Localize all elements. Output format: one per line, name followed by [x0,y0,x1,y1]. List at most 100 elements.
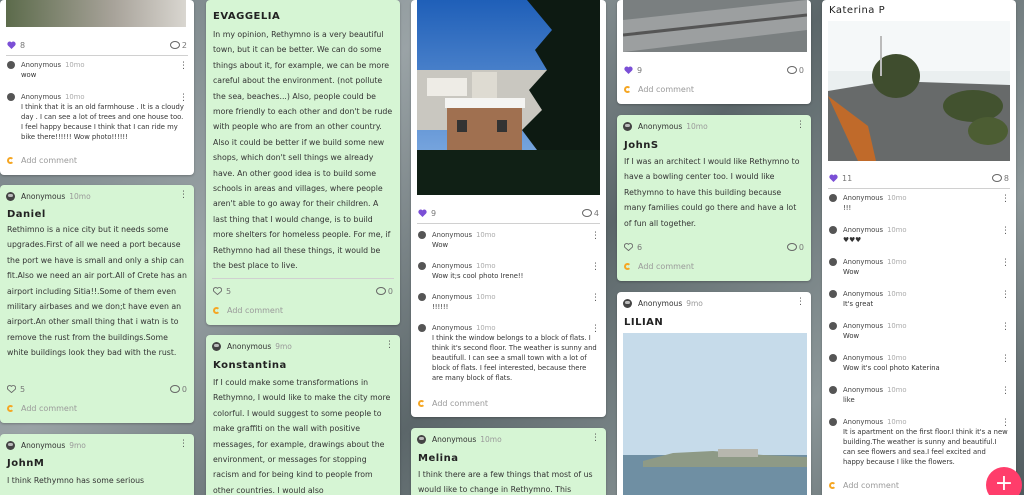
avatar [829,258,837,266]
post-header: Anonymous 10mo [617,117,811,135]
post-header: Anonymous 9mo [0,436,194,454]
reactions-bar: 11 8 [822,170,1016,186]
post-image[interactable] [623,333,807,495]
avatar [829,354,837,362]
more-icon[interactable]: ⋮ [1001,323,1010,332]
heart-icon[interactable] [7,41,16,49]
post-image[interactable] [828,21,1010,161]
heart-outline-icon[interactable] [7,385,16,393]
reactions-bar: 5 0 [206,283,400,299]
more-icon[interactable]: ⋮ [179,440,188,449]
reactions-bar: 6 0 [617,239,811,255]
more-icon[interactable]: ⋮ [385,341,394,350]
loading-icon [624,85,631,93]
add-comment-button[interactable]: Add comment [617,82,811,96]
post-title: Daniel [7,209,46,220]
more-icon[interactable]: ⋮ [179,191,188,200]
post-title: Konstantina [213,360,287,371]
avatar [829,386,837,394]
post-card-johnm: Anonymous 9mo ⋮ JohnM I think Rethymno ha… [0,434,194,495]
comment-count: 0 [798,65,804,75]
more-icon[interactable]: ⋮ [179,62,188,71]
more-icon[interactable]: ⋮ [1001,259,1010,268]
heart-outline-icon[interactable] [624,243,633,251]
more-icon[interactable]: ⋮ [591,294,600,303]
post-card-johns: Anonymous 10mo ⋮ JohnS If I was an archit… [617,115,811,281]
avatar [829,322,837,330]
comment: Anonymous 10mo I think that it is an old … [0,92,194,142]
like-count: 11 [842,173,853,183]
comment: Anonymous 10mo Wow ⋮ [822,321,1016,341]
more-icon[interactable]: ⋮ [1001,419,1010,428]
post-body: If I was an architect I would like Rethy… [624,157,800,228]
heart-icon[interactable] [624,66,633,74]
comment: Anonymous 10mo I think the window belongs… [411,323,606,383]
comment-icon[interactable] [169,385,180,393]
heart-outline-icon[interactable] [213,287,222,295]
comment: Anonymous 10mo Wow ⋮ [411,230,606,250]
post-header: Anonymous 9mo [617,294,811,312]
post-body: If I could make some transformations in … [213,378,391,495]
comment-icon[interactable] [786,243,797,251]
comment-icon[interactable] [991,174,1002,182]
more-icon[interactable]: ⋮ [796,121,805,130]
loading-icon [829,481,836,489]
more-icon[interactable]: ⋮ [591,434,600,443]
like-count: 9 [431,208,437,218]
add-post-button[interactable]: + [986,467,1022,495]
avatar [418,324,426,332]
like-count: 5 [226,286,232,296]
more-icon[interactable]: ⋮ [591,232,600,241]
comment-icon[interactable] [786,66,797,74]
add-comment-button[interactable]: Add comment [617,259,811,273]
comment-count: 0 [798,242,804,252]
comment-icon[interactable] [169,41,180,49]
add-comment-button[interactable]: Add comment [206,303,400,317]
avatar [7,93,15,101]
comment-count: 0 [181,384,187,394]
more-icon[interactable]: ⋮ [1001,227,1010,236]
add-comment-button[interactable]: Add comment [0,401,194,415]
post-title: LILIAN [624,317,664,328]
heart-icon[interactable] [829,174,838,182]
comment-count: 4 [593,208,599,218]
avatar [417,434,426,444]
divider [417,223,600,224]
comment: Anonymous 10mo Wow it's cool photo Kateri… [822,353,1016,373]
post-image[interactable] [6,0,186,27]
reactions-bar: 9 0 [617,62,811,78]
more-icon[interactable]: ⋮ [179,94,188,103]
heart-icon[interactable] [418,209,427,217]
comment: Anonymous 10mo wow ⋮ [0,60,194,80]
avatar [829,194,837,202]
add-comment-button[interactable]: Add comment [411,396,606,410]
more-icon[interactable]: ⋮ [1001,291,1010,300]
comment-icon[interactable] [581,209,592,217]
more-icon[interactable]: ⋮ [591,263,600,272]
more-icon[interactable]: ⋮ [1001,355,1010,364]
like-count: 5 [20,384,26,394]
post-header: Anonymous 10mo [411,430,606,448]
more-icon[interactable]: ⋮ [1001,195,1010,204]
loading-icon [213,306,220,314]
post-title: JohnS [624,140,659,151]
post-body: In my opinion, Rethymno is a very beauti… [213,30,393,271]
comment: Anonymous 10mo !!! ⋮ [822,193,1016,213]
post-header: Anonymous 9mo [206,337,400,355]
post-image[interactable] [623,0,807,52]
more-icon[interactable]: ⋮ [796,298,805,307]
avatar [7,61,15,69]
post-body: I think Rethymno has some serious [7,476,145,485]
post-card-lilian: Anonymous 9mo ⋮ LILIAN [617,292,811,495]
comment-icon[interactable] [375,287,386,295]
add-comment-button[interactable]: Add comment [0,153,194,167]
more-icon[interactable]: ⋮ [1001,387,1010,396]
divider [212,278,394,279]
avatar [829,418,837,426]
post-card-konstantina: Anonymous 9mo ⋮ Konstantina If I could ma… [206,335,400,495]
post-image[interactable] [417,0,600,195]
more-icon[interactable]: ⋮ [591,325,600,334]
avatar [6,440,15,450]
post-title: JohnM [7,458,45,469]
divider [6,55,188,56]
